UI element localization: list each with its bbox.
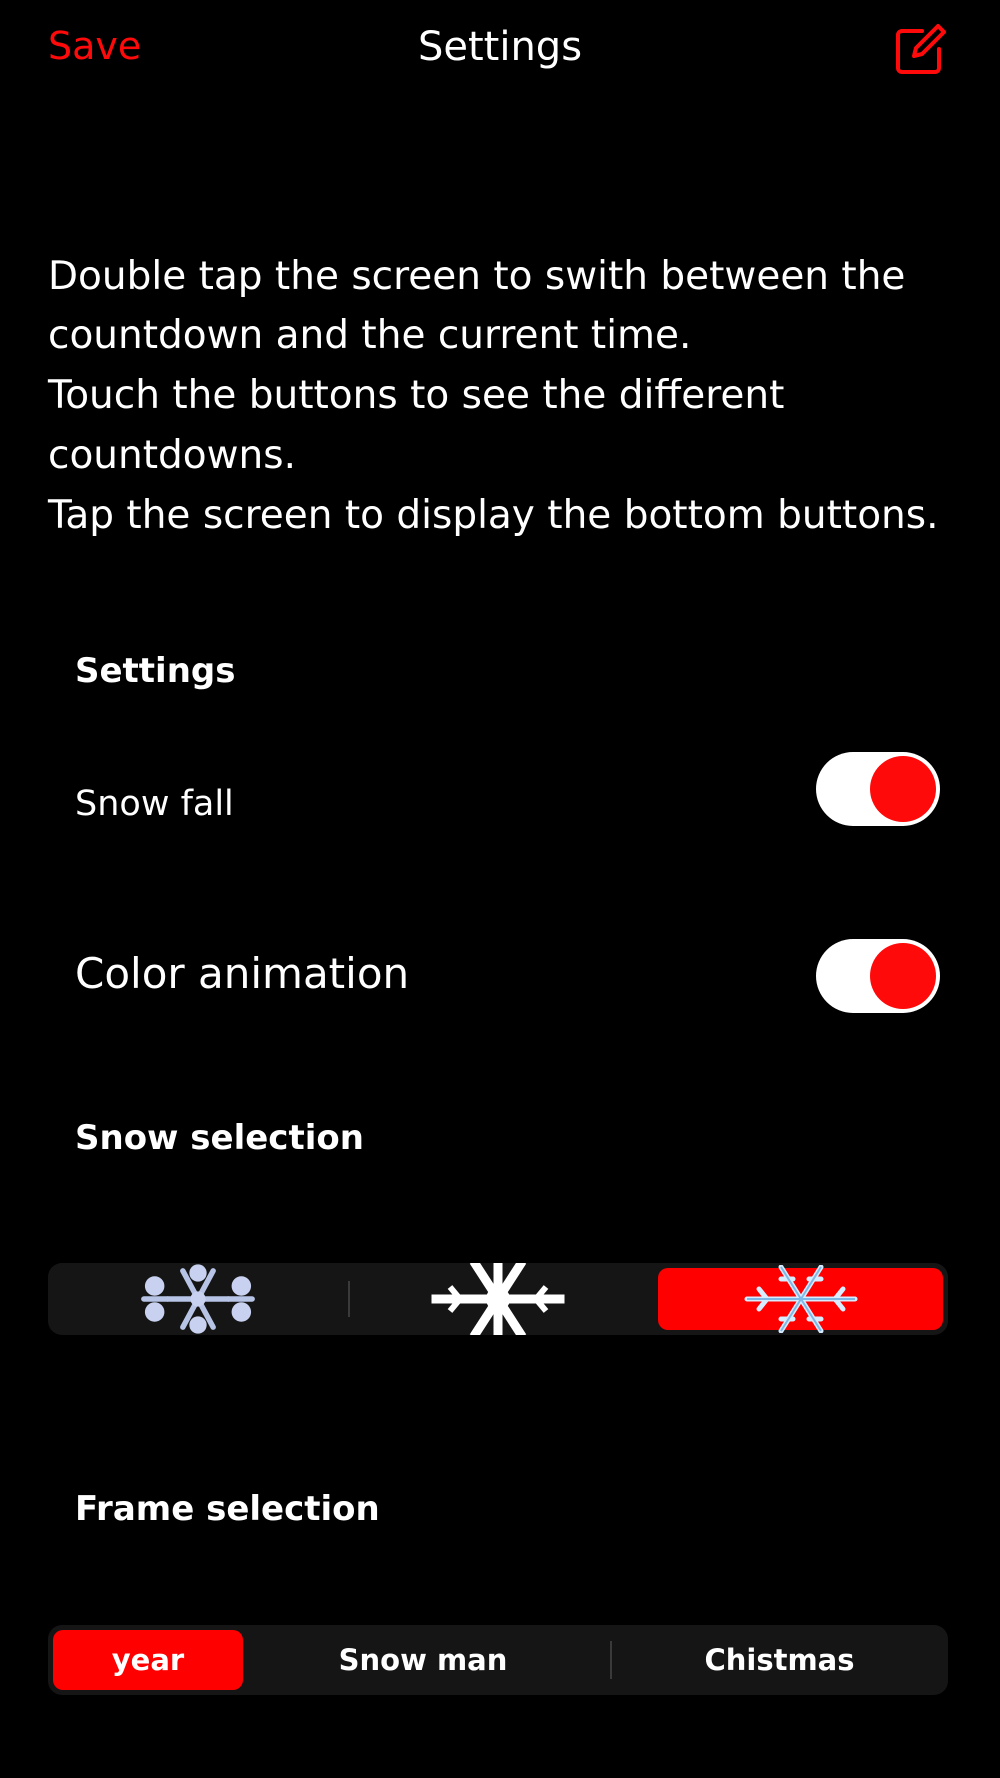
instruction-line: countdown and the current time. [48, 313, 692, 358]
settings-heading: Settings [75, 651, 236, 691]
frame-option-year[interactable]: year [53, 1630, 243, 1690]
toggle-knob [870, 756, 936, 822]
page-title: Settings [417, 24, 583, 70]
snow-fall-label: Snow fall [75, 784, 234, 824]
frame-selection-control: year Snow man Chistmas [48, 1625, 948, 1695]
frame-option-label: Chistmas [704, 1643, 855, 1677]
frame-option-snow-man[interactable]: Snow man [248, 1630, 598, 1690]
frame-selection-heading: Frame selection [75, 1489, 380, 1529]
color-animation-label: Color animation [75, 949, 410, 998]
snowflake-crystal-icon [744, 1265, 857, 1333]
frame-option-label: year [111, 1643, 185, 1677]
segment-divider [348, 1281, 350, 1317]
snow-selection-control [48, 1263, 948, 1335]
frame-option-label: Snow man [338, 1643, 508, 1677]
instruction-line: Tap the screen to display the bottom but… [48, 493, 939, 538]
snow-option-crystal[interactable] [658, 1265, 943, 1333]
instruction-line: Touch the buttons to see the different [48, 373, 785, 418]
frame-option-christmas[interactable]: Chistmas [616, 1630, 943, 1690]
compose-icon[interactable] [892, 22, 948, 78]
instruction-line: Double tap the screen to swith between t… [48, 254, 906, 299]
toggle-knob [870, 943, 936, 1009]
snowflake-bold-icon [431, 1263, 565, 1335]
snow-option-bold[interactable] [353, 1263, 643, 1335]
snow-fall-toggle[interactable] [816, 752, 940, 826]
snow-option-ornate[interactable] [53, 1264, 343, 1334]
segment-divider [610, 1641, 612, 1679]
instruction-line: countdowns. [48, 433, 296, 478]
snowflake-ornate-icon [141, 1264, 255, 1334]
color-animation-toggle[interactable] [816, 939, 940, 1013]
snow-selection-heading: Snow selection [75, 1118, 364, 1158]
